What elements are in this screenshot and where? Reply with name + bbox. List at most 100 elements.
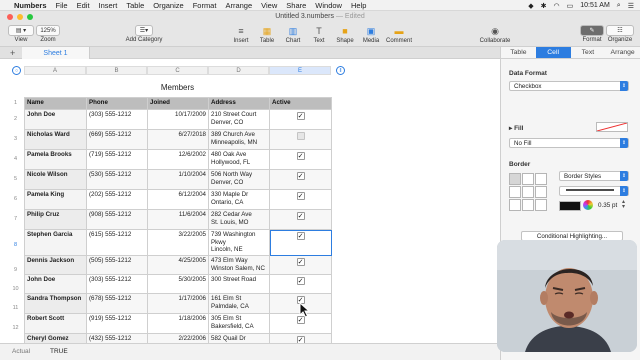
border-option[interactable] [522, 186, 534, 198]
cell-joined[interactable]: 10/17/2009 [147, 109, 209, 130]
bluetooth-icon[interactable]: ✱ [541, 2, 547, 10]
cell-joined[interactable]: 6/12/2004 [147, 189, 209, 210]
checkbox-checked[interactable]: ✓ [296, 192, 305, 200]
row-number[interactable]: 9 [9, 267, 22, 273]
row-number[interactable]: 12 [9, 325, 22, 331]
checkbox-checked[interactable]: ✓ [296, 336, 305, 343]
table-row[interactable]: Stephen Garcia (615) 555-1212 3/22/2005 739… [24, 229, 332, 256]
cell-name[interactable]: Cheryl Gomez [24, 333, 87, 343]
border-option[interactable] [522, 199, 534, 211]
checkbox-checked[interactable]: ✓ [296, 277, 305, 285]
media-button[interactable]: ▣ Media [360, 24, 382, 45]
cell-address[interactable]: 161 Elm St Palmdale, CA [208, 293, 270, 314]
battery-icon[interactable]: ▭ [567, 2, 574, 10]
dropbox-icon[interactable]: ◆ [528, 2, 533, 10]
cell-phone[interactable]: (678) 555-1212 [86, 293, 148, 314]
menu-arrange[interactable]: Arrange [225, 1, 252, 10]
border-option[interactable] [509, 173, 521, 185]
comment-button[interactable]: ▬ Comment [385, 24, 413, 44]
fill-label[interactable]: ▸ Fill [509, 124, 523, 132]
cell-active[interactable]: ✓ [269, 189, 332, 210]
cell-phone[interactable]: (432) 555-1212 [86, 333, 148, 343]
cell-address[interactable]: 282 Cedar Ave St. Louis, MO [208, 209, 270, 230]
menu-list-icon[interactable]: ☰ [628, 2, 634, 10]
row-number[interactable]: 4 [9, 156, 22, 162]
cell-address[interactable]: 480 Oak Ave Hollywood, FL [208, 149, 270, 170]
cell-active[interactable]: ✓ [269, 274, 332, 294]
checkbox-checked[interactable]: ✓ [296, 258, 305, 266]
menu-view[interactable]: View [261, 1, 277, 10]
table-row[interactable]: Robert Scott (919) 555-1212 1/18/2006 305 E… [24, 313, 332, 334]
cell-joined[interactable]: 1/10/2004 [147, 169, 209, 190]
cell-name[interactable]: Sandra Thompson [24, 293, 87, 314]
border-option[interactable] [509, 186, 521, 198]
cell-active[interactable]: ✓ [269, 169, 332, 190]
cell-active[interactable]: ✓ [269, 109, 332, 130]
cell-phone[interactable]: (919) 555-1212 [86, 313, 148, 334]
checkbox-checked[interactable]: ✓ [296, 212, 305, 220]
cell-joined[interactable]: 1/18/2006 [147, 313, 209, 334]
menu-share[interactable]: Share [286, 1, 306, 10]
cell-name[interactable]: Stephen Garcia [24, 229, 87, 256]
border-line-select[interactable]: ⇕ [559, 186, 629, 196]
cell-address[interactable]: 473 Elm Way Winston Salem, NC [208, 255, 270, 275]
menu-format[interactable]: Format [193, 1, 217, 10]
row-number[interactable]: 6 [9, 196, 22, 202]
row-number[interactable]: 10 [9, 286, 22, 292]
search-icon[interactable]: ⌕ [617, 2, 621, 10]
menu-table[interactable]: Table [126, 1, 144, 10]
column-header-c[interactable]: C [147, 66, 208, 75]
data-format-select[interactable]: Checkbox ⇕ [509, 81, 629, 91]
cell-name[interactable]: Pamela King [24, 189, 87, 210]
organize-button[interactable]: ☷ Organize [606, 24, 634, 43]
tab-text[interactable]: Text [571, 47, 606, 58]
header-joined[interactable]: Joined [147, 97, 209, 110]
border-picker[interactable] [509, 173, 547, 211]
column-header-b[interactable]: B [86, 66, 147, 75]
cell-active[interactable]: ✓ [269, 209, 332, 230]
column-header-d[interactable]: D [208, 66, 269, 75]
cell-address[interactable]: 305 Elm St Bakersfield, CA [208, 313, 270, 334]
row-number[interactable]: 5 [9, 176, 22, 182]
row-number[interactable]: 11 [9, 305, 22, 311]
cell-address[interactable]: 300 Street Road [208, 274, 270, 294]
cell-active[interactable]: ✓ [269, 149, 332, 170]
color-wheel-icon[interactable] [583, 200, 593, 210]
collaborate-button[interactable]: ◉ Collaborate [478, 24, 512, 45]
cell-name[interactable]: Pamela Brooks [24, 149, 87, 170]
cell-phone[interactable]: (202) 555-1212 [86, 189, 148, 210]
cell-name[interactable]: John Doe [24, 274, 87, 294]
cell-joined[interactable]: 1/17/2006 [147, 293, 209, 314]
tab-arrange[interactable]: Arrange [605, 47, 640, 58]
row-number[interactable]: 3 [9, 136, 22, 142]
members-table[interactable]: Name Phone Joined Address Active John Do… [24, 97, 332, 343]
table-row[interactable]: Nicole Wilson (530) 555-1212 1/10/2004 506 … [24, 169, 332, 190]
cell-phone[interactable]: (615) 555-1212 [86, 229, 148, 256]
cell-address[interactable]: 210 Street Court Denver, CO [208, 109, 270, 130]
border-option[interactable] [522, 173, 534, 185]
checkbox-unchecked[interactable] [296, 132, 305, 140]
menu-edit[interactable]: Edit [77, 1, 90, 10]
header-address[interactable]: Address [208, 97, 270, 110]
cell-phone[interactable]: (719) 555-1212 [86, 149, 148, 170]
cell-joined[interactable]: 2/22/2006 [147, 333, 209, 343]
cell-phone[interactable]: (908) 555-1212 [86, 209, 148, 230]
cell-name[interactable]: Nicole Wilson [24, 169, 87, 190]
add-sheet-button[interactable]: + [10, 48, 15, 58]
header-active[interactable]: Active [269, 97, 332, 110]
table-handle-icon[interactable]: ○ [12, 66, 21, 75]
checkbox-checked[interactable]: ✓ [296, 112, 305, 120]
table-row[interactable]: Sandra Thompson (678) 555-1212 1/17/2006 16… [24, 293, 332, 314]
view-button[interactable]: ▤ ▾ View [8, 24, 34, 43]
cell-address[interactable]: 330 Maple Dr Ontario, CA [208, 189, 270, 210]
text-button[interactable]: T Text [308, 24, 330, 44]
cell-joined[interactable]: 5/30/2005 [147, 274, 209, 294]
table-title[interactable]: Members [24, 83, 331, 92]
cell-joined[interactable]: 6/27/2018 [147, 129, 209, 150]
border-option[interactable] [535, 186, 547, 198]
border-option[interactable] [535, 173, 547, 185]
border-option[interactable] [535, 199, 547, 211]
border-color-well[interactable] [559, 201, 581, 211]
row-number[interactable]: 1 [9, 100, 22, 106]
cell-active[interactable]: ✓ [269, 229, 332, 256]
